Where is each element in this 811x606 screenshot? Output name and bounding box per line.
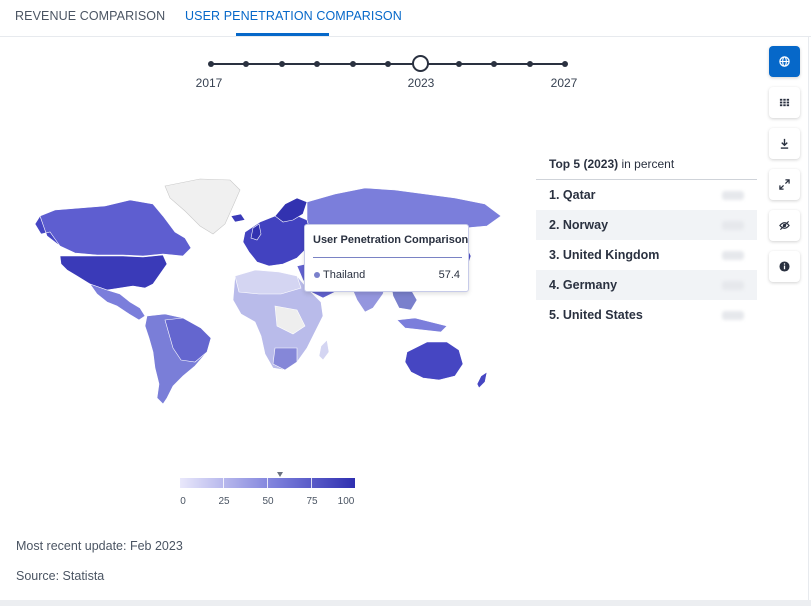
legend-hover-marker (277, 472, 284, 477)
map-region-central-america[interactable] (89, 283, 146, 321)
right-toolbar (769, 46, 800, 292)
top5-item-value-blurred (722, 190, 744, 200)
legend-label: 100 (337, 496, 355, 507)
download-icon (780, 138, 789, 149)
timeline-point[interactable] (243, 61, 249, 67)
tooltip-country: Thailand (323, 269, 366, 281)
timeline-point-2027[interactable] (562, 61, 568, 67)
top5-item[interactable]: 3. United Kingdom (536, 240, 757, 270)
top5-item-label: 4. Germany (549, 278, 618, 292)
top5-item-label: 1. Qatar (549, 188, 596, 202)
legend-tick (223, 478, 224, 488)
color-legend: 0 25 50 75 100 (180, 472, 356, 512)
top5-item-value-blurred (722, 220, 744, 230)
expand-icon (779, 179, 790, 190)
timeline-point[interactable] (279, 61, 285, 67)
map-view-button[interactable] (769, 46, 800, 77)
timeline-selected-point-2023[interactable] (412, 55, 429, 72)
timeline-label-selected: 2023 (407, 76, 435, 90)
timeline-label-end: 2027 (550, 76, 578, 90)
top5-item-value-blurred (722, 280, 744, 290)
tooltip-value: 57.4 (438, 269, 460, 281)
info-icon (779, 261, 790, 272)
timeline-point[interactable] (491, 61, 497, 67)
top5-heading-bold: Top 5 (2023) (549, 157, 619, 171)
tooltip-divider (313, 257, 462, 258)
hide-button[interactable] (769, 210, 800, 241)
legend-tick (267, 478, 268, 488)
top5-item[interactable]: 5. United States (536, 300, 757, 330)
legend-label: 75 (306, 496, 318, 507)
timeline-point[interactable] (527, 61, 533, 67)
map-region-europe[interactable] (242, 213, 312, 267)
active-tab-indicator (236, 33, 329, 36)
top5-item[interactable]: 2. Norway (536, 210, 757, 240)
map-region-new-zealand[interactable] (476, 371, 488, 389)
map-region-canada[interactable] (39, 199, 192, 257)
legend-label: 0 (180, 496, 186, 507)
table-view-button[interactable] (769, 87, 800, 118)
source-note: Source: Statista (16, 569, 105, 583)
map-tooltip: User Penetration Comparison Thailand 57.… (304, 224, 469, 292)
top5-heading-unit: in percent (618, 157, 675, 171)
year-timeline: 2017 2023 2027 (0, 50, 600, 100)
grid-icon (779, 98, 790, 107)
timeline-point-2017[interactable] (208, 61, 214, 67)
tab-revenue-comparison[interactable]: REVENUE COMPARISON (15, 9, 165, 23)
top5-item-label: 3. United Kingdom (549, 248, 660, 262)
top5-item[interactable]: 4. Germany (536, 270, 757, 300)
timeline-label-start: 2017 (195, 76, 223, 90)
fullscreen-button[interactable] (769, 169, 800, 200)
top5-item-value-blurred (722, 310, 744, 320)
legend-tick (311, 478, 312, 488)
tooltip-title: User Penetration Comparison (313, 234, 469, 246)
top5-item[interactable]: 1. Qatar (536, 180, 757, 210)
map-region-australia[interactable] (404, 341, 464, 381)
map-region-greenland[interactable] (164, 178, 241, 235)
bottom-border (0, 600, 811, 606)
legend-label: 25 (218, 496, 230, 507)
globe-icon (779, 56, 790, 67)
tab-bar: REVENUE COMPARISON USER PENETRATION COMP… (0, 0, 811, 37)
timeline-point[interactable] (314, 61, 320, 67)
panel-border (808, 37, 809, 600)
tooltip-series-dot (314, 272, 320, 278)
timeline-point[interactable] (350, 61, 356, 67)
top5-heading: Top 5 (2023) in percent (536, 150, 757, 180)
timeline-point[interactable] (456, 61, 462, 67)
top5-item-value-blurred (722, 250, 744, 260)
map-region-indonesia[interactable] (396, 317, 448, 333)
download-button[interactable] (769, 128, 800, 159)
legend-label: 50 (262, 496, 274, 507)
map-region-iceland[interactable] (230, 213, 246, 223)
top5-item-label: 5. United States (549, 308, 643, 322)
info-button[interactable] (769, 251, 800, 282)
top5-item-label: 2. Norway (549, 218, 609, 232)
eye-off-icon (779, 220, 790, 231)
update-note: Most recent update: Feb 2023 (16, 539, 183, 553)
top5-panel: Top 5 (2023) in percent 1. Qatar 2. Norw… (536, 150, 757, 330)
tab-user-penetration-comparison[interactable]: USER PENETRATION COMPARISON (185, 9, 402, 23)
map-region-madagascar[interactable] (318, 339, 330, 361)
timeline-point[interactable] (385, 61, 391, 67)
map-region-usa[interactable] (59, 254, 168, 291)
map-region-north-africa[interactable] (234, 269, 302, 295)
